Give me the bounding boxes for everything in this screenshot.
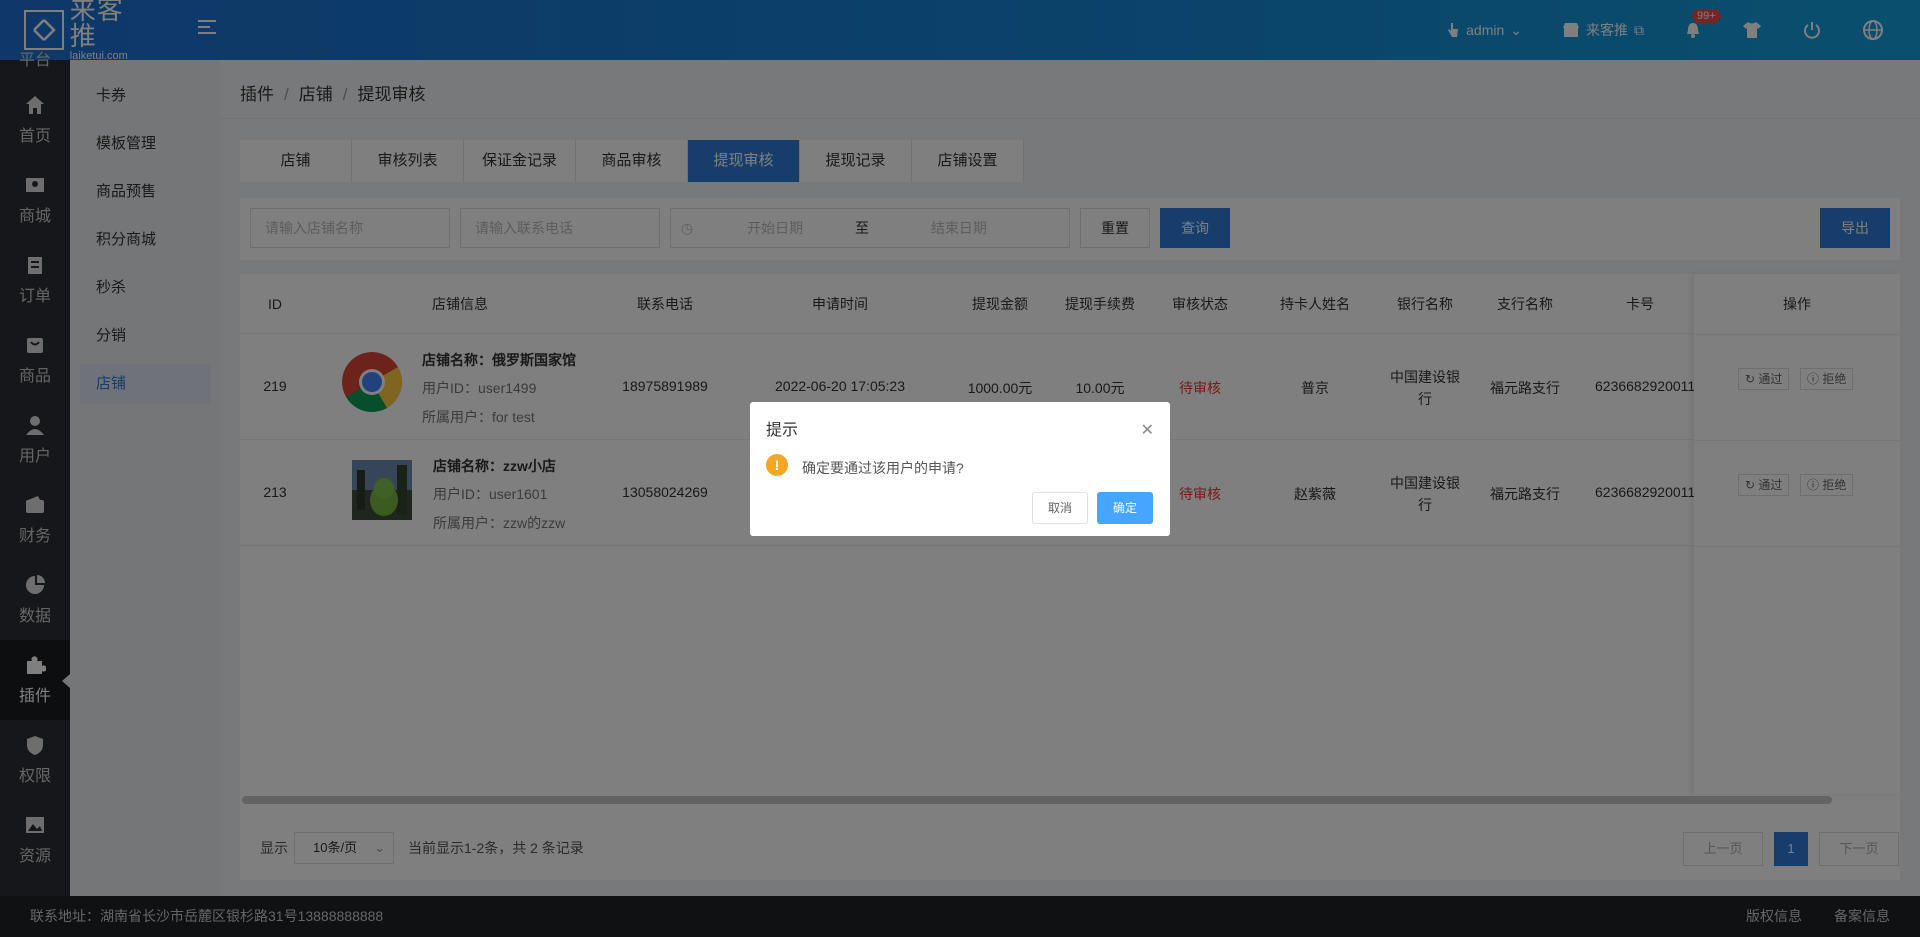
confirm-dialog: 提示 ✕ ! 确定要通过该用户的申请? 取消 确定 <box>750 402 1170 536</box>
warning-icon: ! <box>766 454 788 476</box>
dialog-title: 提示 <box>766 422 799 439</box>
confirm-button[interactable]: 确定 <box>1097 492 1153 524</box>
dialog-message: 确定要通过该用户的申请? <box>802 460 964 476</box>
close-icon[interactable]: ✕ <box>1141 420 1154 440</box>
cancel-button[interactable]: 取消 <box>1032 492 1088 524</box>
